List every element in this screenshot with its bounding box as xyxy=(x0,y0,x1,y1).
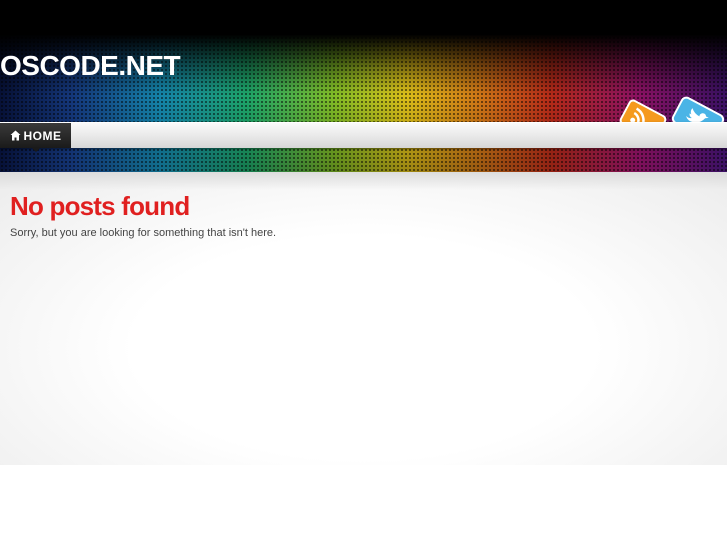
not-found-message: Sorry, but you are looking for something… xyxy=(10,227,277,239)
site-title[interactable]: OSCODE.NET xyxy=(0,50,181,82)
main-navigation: HOME xyxy=(0,122,727,148)
home-icon xyxy=(10,130,20,141)
page-title: No posts found xyxy=(10,191,190,221)
nav-item-label: HOME xyxy=(23,128,62,143)
active-nav-pointer xyxy=(31,147,41,152)
nav-item-home[interactable]: HOME xyxy=(0,123,71,148)
